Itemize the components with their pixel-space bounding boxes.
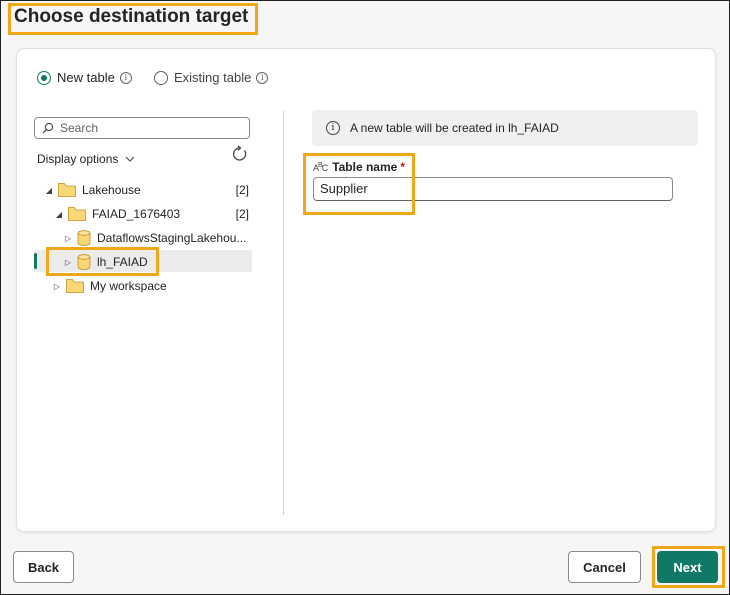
required-marker: * (400, 160, 405, 174)
text-field-icon: ABC (313, 161, 328, 173)
new-table-radio[interactable] (37, 70, 51, 85)
tree-item-label: My workspace (90, 279, 167, 293)
expand-triangle-icon[interactable]: ▷ (52, 282, 62, 291)
table-name-label-text: Table name (332, 160, 398, 174)
info-message-bar: i A new table will be created in lh_FAIA… (312, 110, 698, 146)
tree-item-my-workspace[interactable]: ▷ My workspace (52, 275, 250, 297)
folder-icon (58, 183, 76, 197)
tree-item-faiad-workspace[interactable]: ◢ FAIAD_1676403 [2] (54, 203, 249, 225)
next-button[interactable]: Next (657, 551, 718, 583)
tree-item-label: lh_FAIAD (97, 255, 148, 269)
database-icon (77, 230, 91, 246)
info-icon: i (326, 121, 340, 135)
table-name-input[interactable]: Supplier (313, 177, 673, 201)
tree-item-label: DataflowsStagingLakehou... (97, 231, 247, 245)
existing-table-label: Existing table (174, 70, 252, 85)
selection-indicator (34, 253, 37, 269)
display-options-label: Display options (37, 152, 119, 166)
existing-table-option[interactable]: Existing table i (154, 70, 269, 85)
database-icon (77, 254, 91, 270)
item-count: [2] (235, 207, 249, 221)
item-count: [2] (235, 183, 249, 197)
folder-icon (66, 279, 84, 293)
search-input[interactable]: Search (34, 117, 250, 139)
search-placeholder: Search (60, 121, 99, 135)
chevron-down-icon (126, 156, 135, 162)
tree-item-label: FAIAD_1676403 (92, 207, 181, 221)
display-options-dropdown[interactable]: Display options (37, 152, 136, 166)
dialog-title: Choose destination target (14, 6, 249, 27)
search-icon (42, 122, 54, 134)
tree-item-dataflows-staging[interactable]: ▷ DataflowsStagingLakehou... (63, 227, 251, 249)
collapse-triangle-icon[interactable]: ◢ (54, 210, 64, 219)
table-name-label: ABC Table name * (313, 160, 405, 174)
cancel-button[interactable]: Cancel (568, 551, 641, 583)
tree-item-lakehouse[interactable]: ◢ Lakehouse [2] (44, 179, 249, 201)
folder-icon (68, 207, 86, 221)
existing-table-radio[interactable] (154, 70, 168, 85)
info-message-text: A new table will be created in lh_FAIAD (350, 121, 559, 135)
back-button[interactable]: Back (13, 551, 74, 583)
expand-triangle-icon[interactable]: ▷ (63, 258, 73, 267)
info-icon[interactable]: i (119, 71, 132, 84)
expand-triangle-icon[interactable]: ▷ (63, 234, 73, 243)
info-icon[interactable]: i (256, 71, 269, 84)
tree-item-label: Lakehouse (82, 183, 141, 197)
refresh-icon[interactable] (231, 145, 249, 163)
tree-item-lh-faiad[interactable]: ▷ lh_FAIAD (63, 251, 251, 273)
pane-divider (283, 111, 284, 515)
new-table-option[interactable]: New table i (37, 70, 132, 85)
collapse-triangle-icon[interactable]: ◢ (44, 186, 54, 195)
new-table-label: New table (57, 70, 115, 85)
